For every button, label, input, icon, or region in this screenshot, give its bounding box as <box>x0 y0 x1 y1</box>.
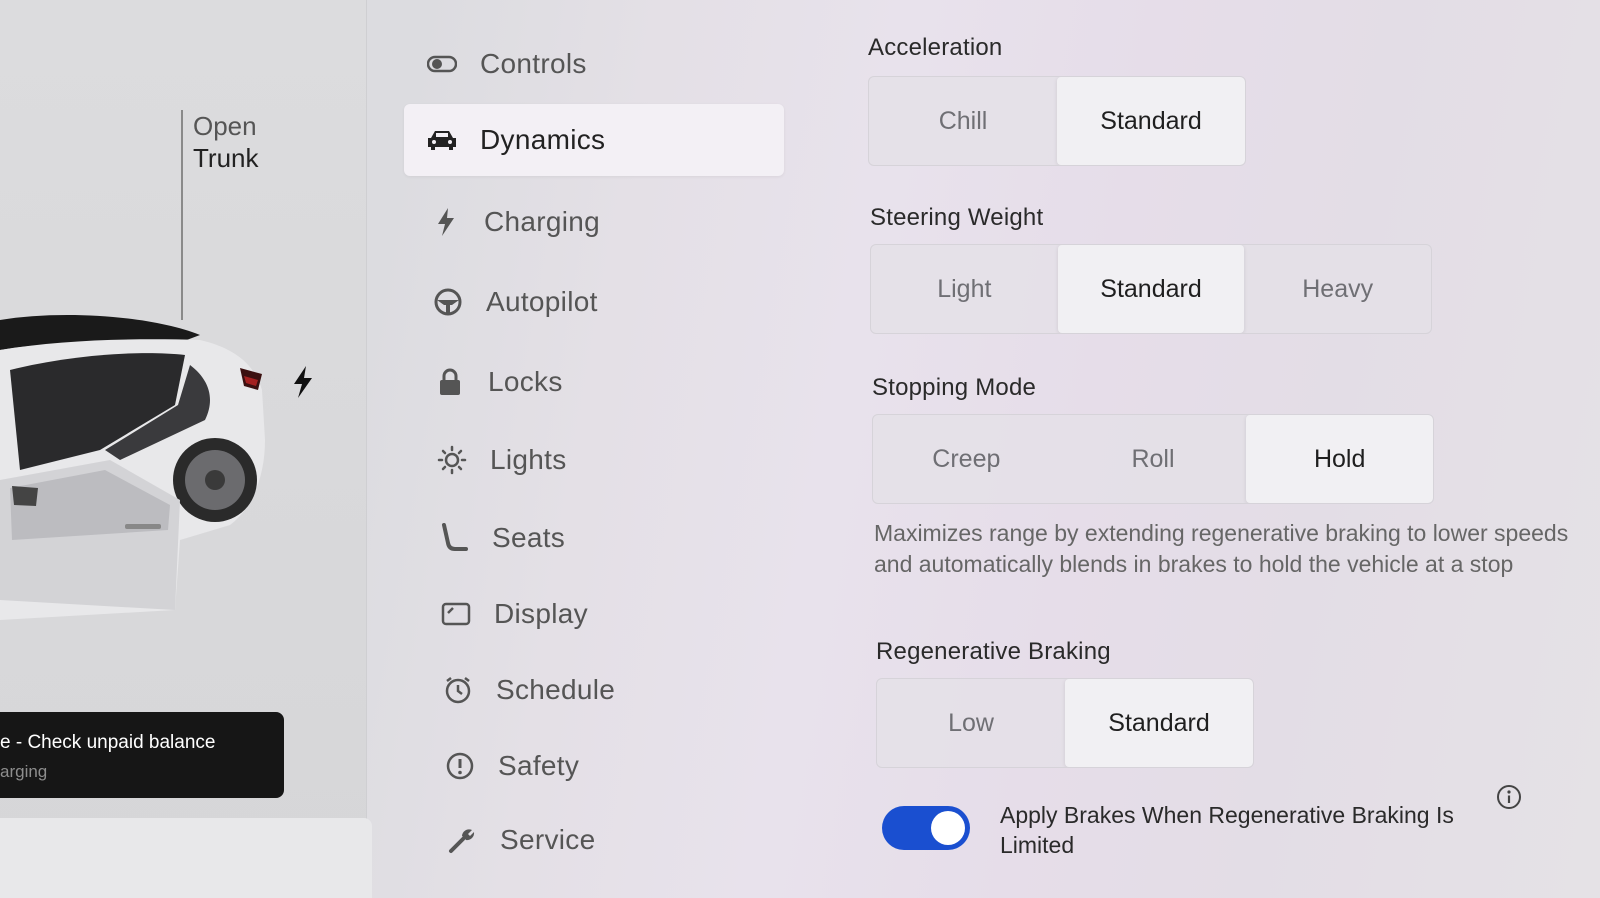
apply-brakes-label: Apply Brakes When Regenerative Braking I… <box>1000 802 1454 858</box>
nav-label-autopilot: Autopilot <box>486 286 598 317</box>
toggle-icon <box>426 48 458 80</box>
acceleration-option-standard[interactable]: Standard <box>1057 77 1245 165</box>
bolt-icon <box>430 206 462 238</box>
nav-label-display: Display <box>494 598 588 629</box>
seat-icon <box>438 522 470 554</box>
regen-option-standard[interactable]: Standard <box>1065 679 1253 767</box>
nav-item-charging[interactable]: Charging <box>430 186 790 258</box>
open-trunk-label-line2: Trunk <box>193 143 259 173</box>
toggle-knob <box>931 811 965 845</box>
stopping-option-roll[interactable]: Roll <box>1060 415 1247 503</box>
nav-item-safety[interactable]: Safety <box>444 730 804 802</box>
nav-item-service[interactable]: Service <box>446 804 806 876</box>
nav-label-locks: Locks <box>488 366 563 397</box>
steering-weight-title: Steering Weight <box>870 204 1044 231</box>
lock-icon <box>434 366 466 398</box>
nav-label-safety: Safety <box>498 750 580 781</box>
car-image <box>0 310 320 630</box>
regenerative-braking-segmented-control: Low Standard <box>876 678 1254 768</box>
notification-toast[interactable]: e - Check unpaid balance arging <box>0 712 284 798</box>
nav-item-controls[interactable]: Controls <box>426 28 786 100</box>
alarm-clock-icon <box>442 674 474 706</box>
nav-item-locks[interactable]: Locks <box>434 346 794 418</box>
steering-option-light[interactable]: Light <box>871 245 1058 333</box>
nav-item-lights[interactable]: Lights <box>436 424 796 496</box>
nav-item-autopilot[interactable]: Autopilot <box>432 266 792 338</box>
info-icon[interactable] <box>1496 784 1522 810</box>
stopping-mode-segmented-control: Creep Roll Hold <box>872 414 1434 504</box>
nav-label-charging: Charging <box>484 206 601 237</box>
nav-item-seats[interactable]: Seats <box>438 502 798 574</box>
display-icon <box>440 598 472 630</box>
acceleration-title: Acceleration <box>868 34 1003 61</box>
open-trunk-label-line1: Open <box>193 111 257 141</box>
regen-option-low[interactable]: Low <box>877 679 1065 767</box>
steering-option-heavy[interactable]: Heavy <box>1244 245 1431 333</box>
nav-label-service: Service <box>500 824 596 855</box>
alert-circle-icon <box>444 750 476 782</box>
steering-weight-segmented-control: Light Standard Heavy <box>870 244 1432 334</box>
apply-brakes-toggle[interactable] <box>882 806 970 850</box>
trunk-pointer-line <box>181 110 183 320</box>
nav-item-display[interactable]: Display <box>440 578 800 650</box>
nav-item-schedule[interactable]: Schedule <box>442 654 802 726</box>
stopping-mode-title: Stopping Mode <box>872 374 1037 401</box>
charging-bolt-icon <box>294 366 312 398</box>
sun-icon <box>436 444 468 476</box>
wrench-icon <box>446 824 478 856</box>
car-panel: Open Trunk e - Check unpaid balance argi… <box>0 0 372 898</box>
stopping-mode-description: Maximizes range by extending regenerativ… <box>874 520 1569 577</box>
nav-label-dynamics: Dynamics <box>480 124 606 155</box>
settings-nav: Controls Dynamics Charging Autopilot Loc… <box>400 0 800 898</box>
stopping-option-hold[interactable]: Hold <box>1246 415 1433 503</box>
nav-label-seats: Seats <box>492 522 566 553</box>
acceleration-segmented-control: Chill Standard <box>868 76 1246 166</box>
nav-label-lights: Lights <box>490 444 567 475</box>
nav-label-schedule: Schedule <box>496 674 616 705</box>
regenerative-braking-title: Regenerative Braking <box>876 638 1111 665</box>
car-icon <box>426 124 458 156</box>
toast-subtitle: arging <box>0 762 48 781</box>
toast-title: e - Check unpaid balance <box>0 732 216 753</box>
steering-option-standard[interactable]: Standard <box>1057 245 1245 333</box>
stopping-option-creep[interactable]: Creep <box>873 415 1060 503</box>
open-trunk-button[interactable]: Open Trunk <box>193 110 259 174</box>
acceleration-option-chill[interactable]: Chill <box>869 77 1057 165</box>
nav-item-dynamics[interactable]: Dynamics <box>404 104 784 176</box>
steering-wheel-icon <box>432 286 464 318</box>
nav-label-controls: Controls <box>480 48 587 79</box>
bottom-card <box>0 818 372 898</box>
